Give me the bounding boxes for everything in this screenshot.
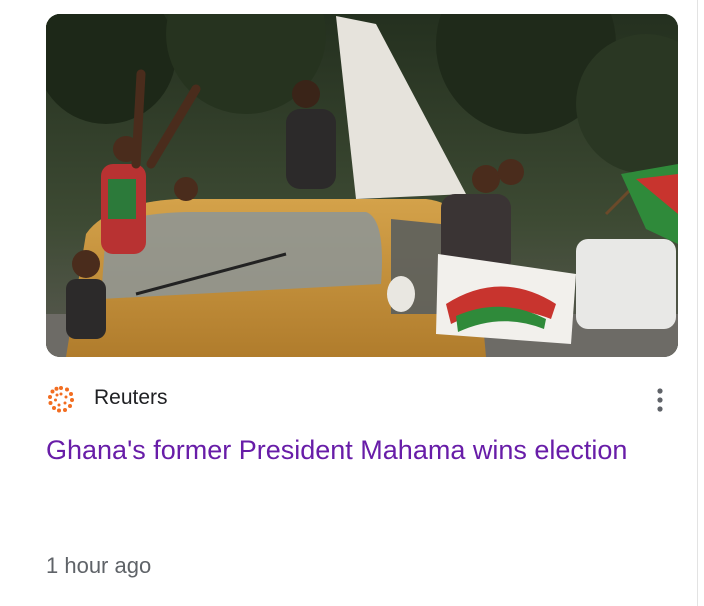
- thumbnail-image: [46, 14, 678, 357]
- more-options-button[interactable]: [646, 382, 674, 418]
- article-headline-link[interactable]: Ghana's former President Mahama wins ele…: [46, 430, 646, 470]
- more-vert-icon: [657, 388, 663, 412]
- article-timestamp: 1 hour ago: [46, 553, 152, 578]
- source-name: Reuters: [94, 386, 168, 409]
- source-row: Reuters: [46, 382, 678, 414]
- card-divider: [697, 0, 698, 606]
- reuters-logo-icon: [46, 384, 76, 414]
- news-card[interactable]: Reuters Ghana's former President Mahama …: [0, 0, 697, 606]
- article-thumbnail[interactable]: [46, 14, 678, 357]
